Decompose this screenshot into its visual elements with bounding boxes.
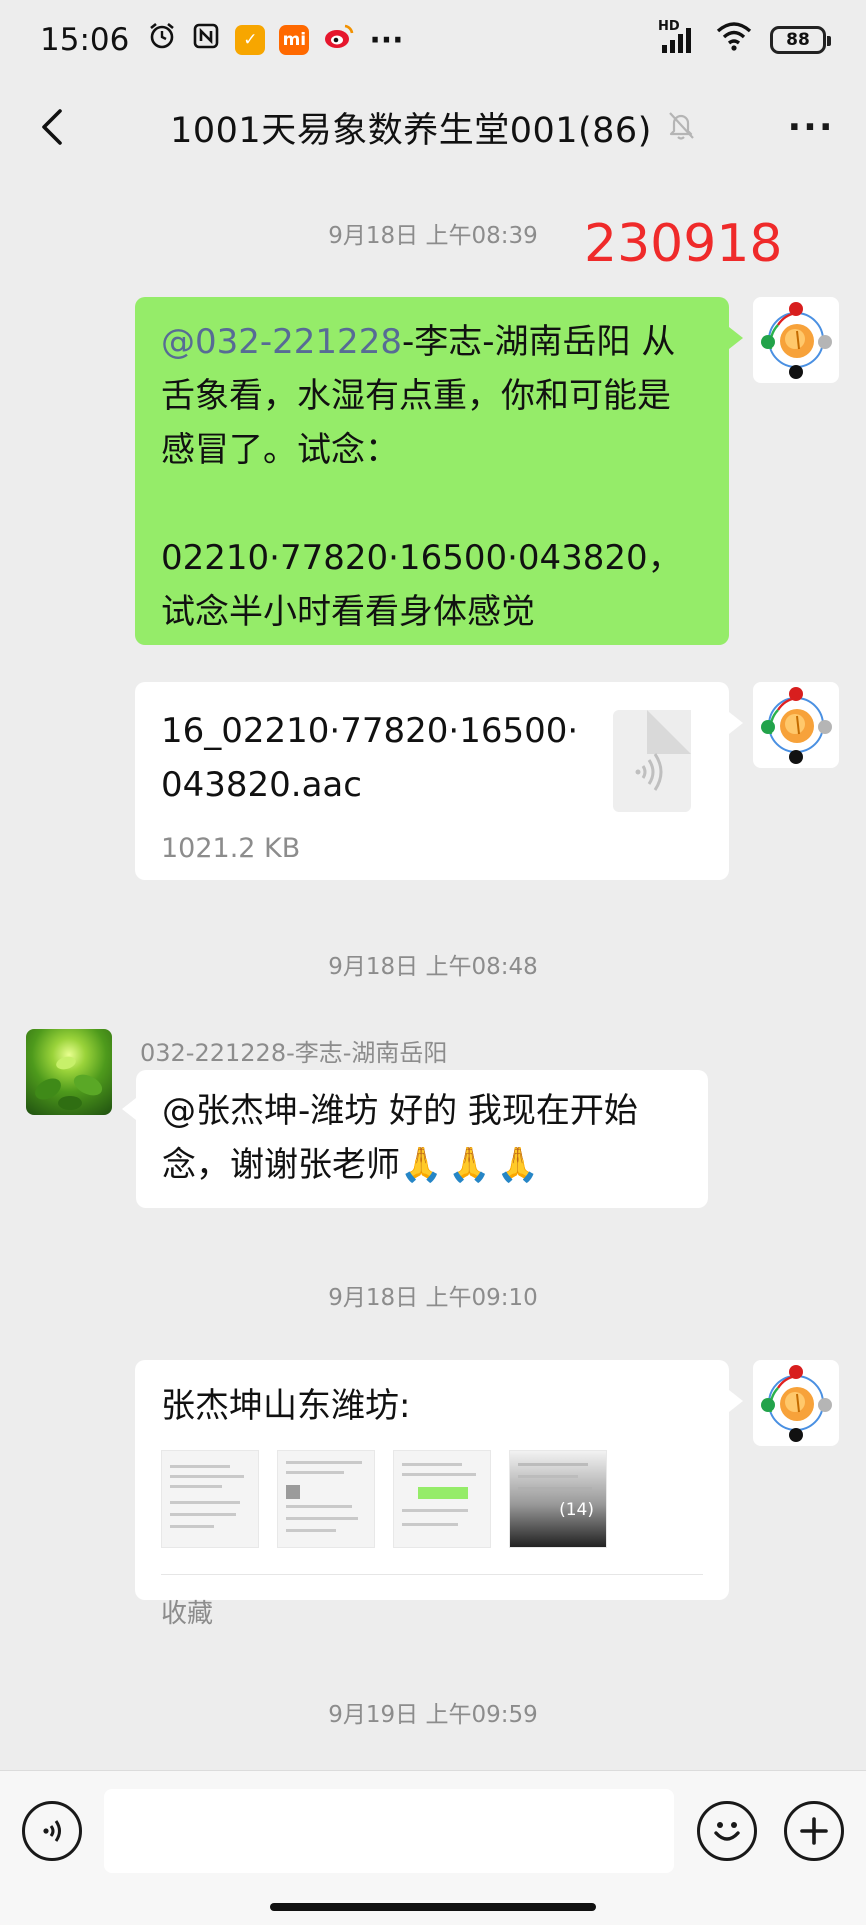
thumbnail [277,1450,375,1548]
leaf-photo-icon [35,1056,103,1110]
emoji-button[interactable] [697,1801,757,1861]
title-wrap: 1001天易象数养生堂001(86) [170,102,696,153]
timestamp: 9月18日 上午08:48 [328,954,538,980]
signal-icon: HD [658,19,698,55]
status-left: 15:06 ✓ mi ··· [40,21,404,59]
more-actions-button[interactable] [784,1801,844,1861]
timestamp: 9月18日 上午09:10 [328,1285,538,1311]
avatar[interactable] [753,682,839,768]
nfc-icon [191,21,221,59]
five-elements-logo-icon [761,687,832,764]
favorites-label: 收藏 [161,1599,214,1629]
thumbnail: (14) [509,1450,607,1548]
timestamp: 9月19日 上午09:59 [328,1702,538,1728]
record-title: 张杰坤山东潍坊: [161,1386,411,1426]
more-button[interactable]: ··· [776,100,846,154]
mention-link[interactable]: @032-221228 [161,322,402,362]
chat-area[interactable]: 9月18日 上午08:39 230918 @032-221228-李志-湖南岳阳… [0,174,866,1770]
chat-record-card[interactable]: 张杰坤山东潍坊: (14) 收藏 [135,1360,729,1629]
avatar[interactable] [753,1360,839,1446]
message-bubble-self[interactable]: @032-221228-李志-湖南岳阳 从 舌象看，水湿有点重，你和可能是 感冒… [135,297,729,645]
message-line: 02210·77820·16500·043820， [161,538,682,578]
message-line: 感冒了。试念： [161,430,399,470]
avatar[interactable] [753,297,839,383]
pray-emoji-icon: 🙏🙏🙏 [400,1145,546,1185]
message-line: 舌象看，水湿有点重，你和可能是 [161,376,671,416]
battery-indicator: 88 [770,26,831,54]
status-time: 15:06 [40,22,130,58]
thumbnail [161,1450,259,1548]
bubble-tail [729,327,743,349]
page-title: 1001天易象数养生堂001(86) [170,110,652,151]
smiley-icon [714,1822,740,1841]
divider [161,1574,703,1575]
status-more: ··· [369,22,404,58]
voice-input-button[interactable] [22,1801,82,1861]
file-size: 1021.2 KB [161,833,301,864]
alarm-icon [147,21,177,59]
message-line: 试念半小时看看身体感觉 [161,592,535,632]
image-count: (14) [559,1500,594,1520]
message-line: 念，谢谢张老师🙏🙏🙏 [162,1138,682,1192]
bubble-tail [729,712,743,734]
date-stamp-overlay: 230918 [584,214,783,274]
home-indicator[interactable] [270,1903,596,1911]
mi-icon: mi [279,25,310,55]
five-elements-logo-icon [761,1365,832,1442]
bubble-tail [729,1390,743,1412]
audio-file-icon [613,710,691,812]
message-line: @032-221228-李志-湖南岳阳 从 [161,315,703,369]
avatar[interactable] [26,1029,112,1115]
sender-name: 032-221228-李志-湖南岳阳 [140,1039,448,1067]
chat-header: 1001天易象数养生堂001(86) ··· [0,80,866,174]
back-button[interactable] [26,100,80,154]
status-bar: 15:06 ✓ mi ··· HD 88 [0,0,866,80]
mute-bell-icon [666,109,696,145]
five-elements-logo-icon [761,302,832,379]
input-bar [0,1770,866,1925]
voice-icon [43,1820,61,1842]
bubble-tail [122,1098,136,1120]
thumbnail-strip: (14) [161,1450,703,1548]
message-text: 念，谢谢张老师 [162,1145,400,1185]
file-message-card[interactable]: 16_02210·77820·16500· 043820.aac 1021.2 … [135,682,729,880]
message-bubble-other[interactable]: @张杰坤-潍坊 好的 我现在开始 念，谢谢张老师🙏🙏🙏 [136,1070,708,1208]
message-input[interactable] [104,1789,674,1873]
plus-icon [800,1817,828,1845]
weibo-icon [323,21,355,59]
wifi-icon [716,21,752,59]
thumbnail [393,1450,491,1548]
message-line: @张杰坤-潍坊 好的 我现在开始 [162,1091,638,1131]
status-right: HD 88 [658,19,831,59]
chevron-left-icon [42,109,62,145]
cash-app-icon: ✓ [235,25,266,55]
message-text: -李志-湖南岳阳 从 [401,322,676,362]
